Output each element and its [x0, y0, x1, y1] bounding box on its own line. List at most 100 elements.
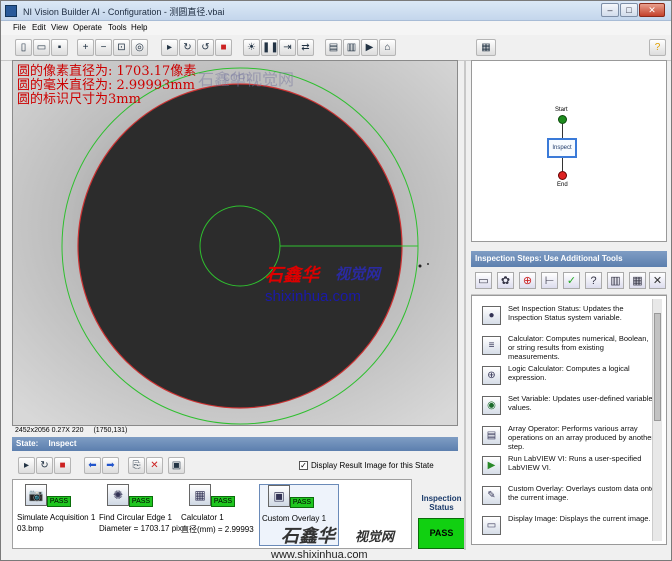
deploy-icon[interactable]: ▦ — [476, 39, 496, 56]
dust-spot — [418, 264, 422, 268]
maximize-button[interactable]: □ — [620, 3, 638, 17]
app-window: NI Vision Builder AI - Configuration - 测… — [0, 0, 672, 561]
pane-splitter[interactable] — [464, 60, 466, 550]
view-image-icon[interactable]: ▤ — [325, 39, 342, 56]
step-name: Calculator 1 — [181, 513, 224, 522]
step-status-badge: PASS — [290, 497, 314, 508]
stop-icon[interactable]: ■ — [215, 39, 232, 56]
menu-file[interactable]: File — [13, 23, 26, 32]
watermark-url-bottom: www.shixinhua.com — [271, 549, 368, 561]
identify-tools-icon[interactable]: ? — [585, 272, 602, 289]
open-icon[interactable]: ▭ — [33, 39, 50, 56]
inspection-status-label: Inspection Status — [414, 494, 469, 512]
step-result: Diameter = 1703.17 pix — [99, 524, 182, 533]
tool-description: Custom Overlay: Overlays custom data ont… — [508, 484, 656, 502]
inspection-status-indicator: PASS — [418, 518, 465, 549]
additional-tools-icon[interactable]: ✕ — [649, 272, 666, 289]
run-loop-icon[interactable]: ↻ — [36, 457, 53, 474]
move-left-icon[interactable]: ⬅ — [84, 457, 101, 474]
tools-scrollbar[interactable] — [652, 299, 662, 541]
zoom-one-icon[interactable]: ◎ — [131, 39, 148, 56]
view-split-icon[interactable]: ▶ — [361, 39, 378, 56]
run-loop-icon[interactable]: ↻ — [179, 39, 196, 56]
save-icon[interactable]: ▪ — [51, 39, 68, 56]
io-tools-icon[interactable]: ▥ — [607, 272, 624, 289]
communicate-tools-icon[interactable]: ▦ — [629, 272, 646, 289]
zoom-fit-icon[interactable]: ⊡ — [113, 39, 130, 56]
copy-step-icon[interactable]: ⎘ — [128, 457, 145, 474]
labview-icon: ▶ — [482, 456, 501, 475]
watermark-name: 石鑫华 — [265, 265, 319, 286]
run-inspection-icon[interactable]: ⇄ — [297, 39, 314, 56]
step-status-badge: PASS — [47, 496, 71, 507]
overlay-pixel-diameter: 圆的像素直径为: 1703.17像素 — [17, 64, 197, 79]
tool-description: Logic Calculator: Computes a logical exp… — [508, 364, 630, 382]
step-icon[interactable]: ⇥ — [279, 39, 296, 56]
locate-tools-icon[interactable]: ⊕ — [519, 272, 536, 289]
image-dimensions: 2452x2056 0.27X 220 — [15, 427, 84, 434]
help-icon[interactable]: ? — [649, 39, 666, 56]
enhance-tools-icon[interactable]: ✿ — [497, 272, 514, 289]
display-result-checkbox[interactable]: ✓ — [299, 461, 308, 470]
run-stop-icon[interactable]: ↺ — [197, 39, 214, 56]
circle-edge-icon: ✺ — [107, 484, 129, 506]
image-status-bar: 2452x2056 0.27X 220 (1750,131) — [12, 426, 458, 436]
zoom-in-icon[interactable]: + — [77, 39, 94, 56]
dust-spot — [427, 263, 429, 265]
new-icon[interactable]: ▯ — [15, 39, 32, 56]
minimize-button[interactable]: – — [601, 3, 619, 17]
tool-set-variable[interactable]: ◉ Set Variable: Updates user-defined var… — [476, 394, 656, 422]
close-button[interactable]: ✕ — [639, 3, 665, 17]
end-label: End — [557, 182, 568, 188]
bulb-icon[interactable]: ☀ — [243, 39, 260, 56]
delete-step-icon[interactable]: ✕ — [146, 457, 163, 474]
menu-tools[interactable]: Tools — [108, 23, 127, 32]
run-step-once-icon[interactable]: ▸ — [18, 457, 35, 474]
display-result-label: Display Result Image for this State — [311, 461, 434, 470]
acquire-tools-icon[interactable]: ▭ — [475, 272, 492, 289]
step-simulate-acquisition[interactable]: 📷 PASS Simulate Acquisition 1 03.bmp — [17, 484, 99, 546]
tool-run-labview-vi[interactable]: ▶ Run LabVIEW VI: Runs a user-specified … — [476, 454, 656, 482]
tool-logic-calculator[interactable]: ⊕ Logic Calculator: Computes a logical e… — [476, 364, 656, 392]
step-calculator[interactable]: ▦ PASS Calculator 1 直径(mm) = 2.99993 — [181, 484, 263, 546]
view-network-icon[interactable]: ⌂ — [379, 39, 396, 56]
step-find-circular-edge[interactable]: ✺ PASS Find Circular Edge 1 Diameter = 1… — [99, 484, 182, 546]
watermark-sub: 视觉网 — [335, 265, 381, 283]
step-properties-icon[interactable]: ▣ — [168, 457, 185, 474]
window-title: NI Vision Builder AI - Configuration - 测… — [23, 7, 225, 17]
overlay-icon: ▣ — [268, 485, 290, 507]
image-display[interactable]: 圆的像素直径为: 1703.17像素 圆的毫米直径为: 2.99993mm 圆的… — [12, 60, 458, 426]
start-label: Start — [555, 107, 568, 113]
tool-display-image[interactable]: ▭ Display Image: Displays the current im… — [476, 514, 656, 542]
step-name: Find Circular Edge 1 — [99, 513, 172, 522]
measure-tools-icon[interactable]: ⊢ — [541, 272, 558, 289]
tool-custom-overlay[interactable]: ✎ Custom Overlay: Overlays custom data o… — [476, 484, 656, 512]
step-result: 03.bmp — [17, 524, 44, 533]
step-name: Simulate Acquisition 1 — [17, 513, 96, 522]
watermark-sub-bottom: 视觉网 — [355, 530, 395, 545]
zoom-out-icon[interactable]: − — [95, 39, 112, 56]
tool-description: Array Operator: Performs various array o… — [508, 424, 654, 451]
inspection-image — [13, 61, 457, 425]
menu-operate[interactable]: Operate — [73, 23, 102, 32]
traffic-light-icon: ● — [482, 306, 501, 325]
menu-edit[interactable]: Edit — [32, 23, 46, 32]
run-step-icon[interactable]: ▸ — [161, 39, 178, 56]
tool-array-operator[interactable]: ▤ Array Operator: Performs various array… — [476, 424, 656, 456]
end-node — [558, 171, 567, 180]
watermark-top-url: com — [223, 68, 250, 84]
view-table-icon[interactable]: ▥ — [343, 39, 360, 56]
stop-step-icon[interactable]: ■ — [54, 457, 71, 474]
watermark-url: shixinhua.com — [265, 288, 361, 305]
move-right-icon[interactable]: ➡ — [102, 457, 119, 474]
scrollbar-thumb[interactable] — [654, 313, 661, 421]
inspection-status-label-line1: Inspection — [421, 494, 462, 503]
pause-icon[interactable]: ❚❚ — [261, 39, 279, 56]
check-tools-icon[interactable]: ✓ — [563, 272, 580, 289]
state-header: State: Inspect — [12, 437, 458, 451]
menu-help[interactable]: Help — [131, 23, 147, 32]
tool-set-inspection-status[interactable]: ● Set Inspection Status: Updates the Ins… — [476, 304, 656, 332]
inspect-state-node[interactable]: Inspect — [547, 138, 577, 158]
menu-view[interactable]: View — [51, 23, 68, 32]
tool-description: Calculator: Computes numerical, Boolean,… — [508, 334, 649, 361]
